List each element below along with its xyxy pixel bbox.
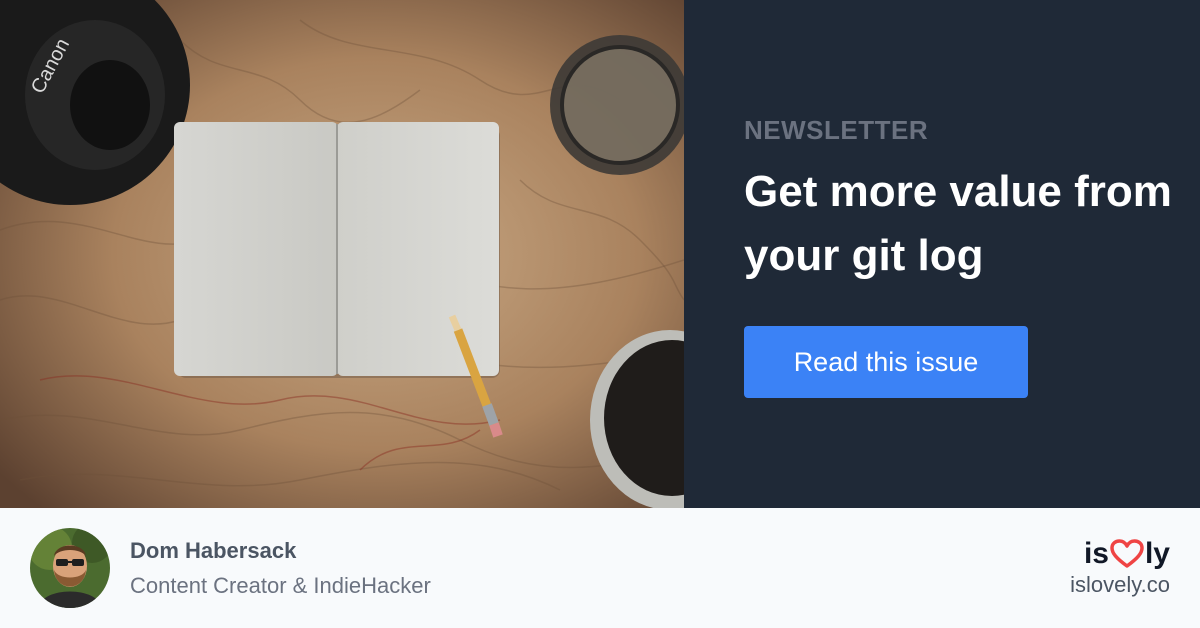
magnifying-glass-image: [550, 35, 684, 175]
author-name: Dom Habersack: [130, 538, 297, 563]
brand-domain[interactable]: islovely.co: [1070, 572, 1170, 598]
brand-suffix: ly: [1144, 537, 1170, 570]
read-issue-button[interactable]: Read this issue: [744, 326, 1028, 398]
hero-photo: Canon: [0, 0, 684, 508]
avatar: [30, 528, 110, 608]
heart-icon: [1110, 539, 1144, 569]
map-notebook-illustration: Canon: [0, 0, 684, 508]
brand-logo[interactable]: is ly: [1084, 536, 1170, 572]
eyebrow-label: NEWSLETTER: [744, 115, 929, 145]
footer-bar: Dom Habersack Content Creator & IndieHac…: [0, 508, 1200, 628]
notebook-image: [174, 122, 500, 378]
brand-prefix: is: [1083, 537, 1109, 570]
headline: Get more value from your git log: [744, 167, 1172, 280]
author-role: Content Creator & IndieHacker: [130, 573, 431, 598]
hero-section: Canon NEWSLETTER Get more value from you…: [0, 0, 1200, 508]
newsletter-panel: NEWSLETTER Get more value from your git …: [684, 0, 1200, 508]
